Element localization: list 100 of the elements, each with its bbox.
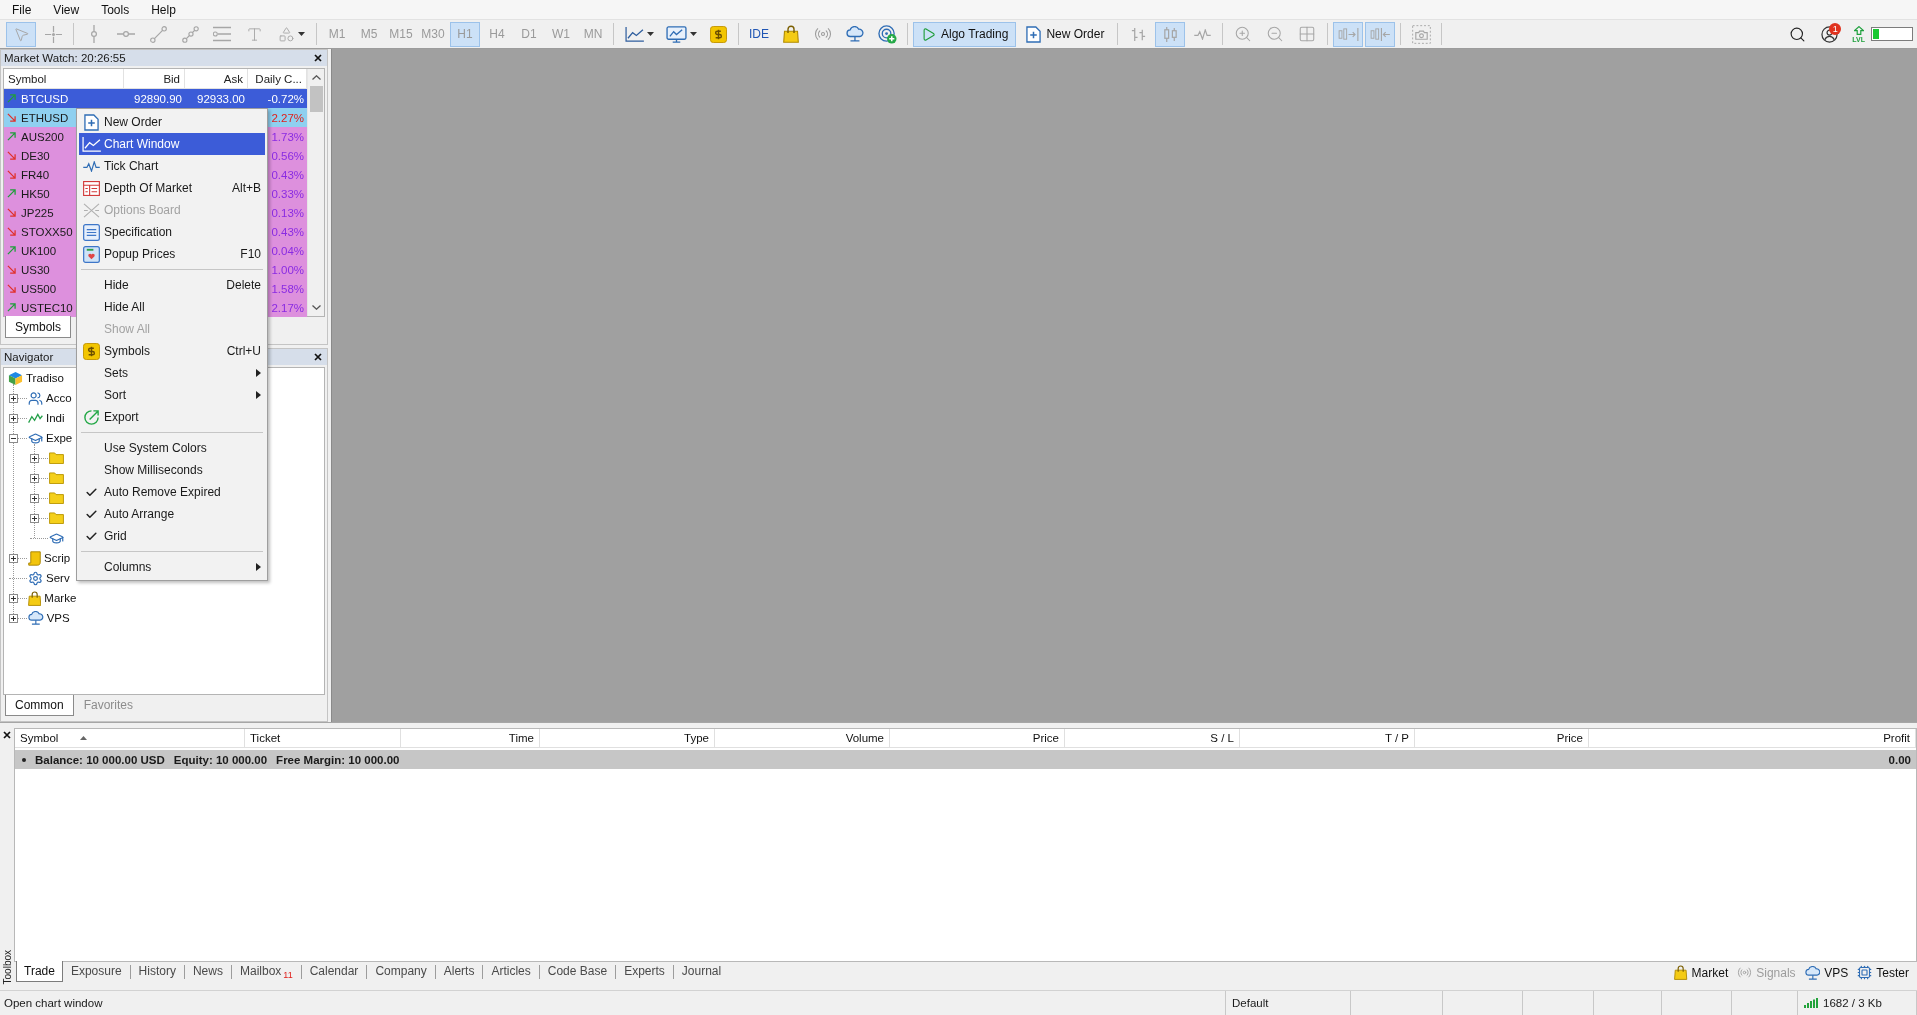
- menu-item[interactable]: Columns: [79, 556, 265, 578]
- daily-change: 0.13%: [271, 206, 304, 219]
- expand-icon[interactable]: [9, 553, 18, 563]
- close-icon[interactable]: [314, 353, 322, 361]
- menu-bar-item[interactable]: Help: [140, 0, 187, 19]
- shopping-bag-icon: [1674, 965, 1688, 980]
- algo-trading-button[interactable]: Algo Trading: [913, 21, 1017, 47]
- daily-change: 1.73%: [271, 130, 304, 143]
- menu-shortcut: Alt+B: [232, 181, 261, 195]
- notifications-button[interactable]: 1: [1814, 21, 1845, 47]
- symbol-name: BTCUSD: [21, 92, 69, 105]
- scroll-up-icon[interactable]: [311, 75, 321, 80]
- toolbox-link[interactable]: Market: [1674, 965, 1729, 980]
- toolbox-tab[interactable]: Company: [367, 961, 435, 982]
- column-header[interactable]: Volume: [715, 729, 890, 748]
- toolbox-label: Toolbox: [1, 949, 13, 984]
- new-order-button[interactable]: New Order: [1018, 21, 1113, 47]
- column-header[interactable]: Profit: [1589, 729, 1916, 748]
- toolbox-tab[interactable]: Alerts: [435, 961, 483, 982]
- watch-row[interactable]: BTCUSD 92890.90 92933.00 -0.72%: [4, 89, 307, 108]
- toolbox-tab[interactable]: Trade: [16, 961, 63, 982]
- toolbox-tab[interactable]: Articles: [483, 961, 539, 982]
- column-header[interactable]: Price: [890, 729, 1065, 748]
- expand-icon[interactable]: [9, 413, 18, 423]
- scrollbar-thumb[interactable]: [309, 86, 323, 112]
- column-header[interactable]: T / P: [1240, 729, 1415, 748]
- menu-item[interactable]: Sort: [79, 384, 265, 406]
- close-icon[interactable]: [3, 731, 11, 739]
- menu-item[interactable]: Auto Remove Expired: [79, 481, 265, 503]
- tree-item-label[interactable]: VPS: [46, 612, 70, 624]
- toolbox-tab[interactable]: Calendar: [301, 961, 367, 982]
- menu-item[interactable]: New Order: [79, 111, 265, 133]
- toolbox-link[interactable]: Tester: [1857, 965, 1909, 980]
- toolbox-tab[interactable]: Journal: [673, 961, 730, 982]
- menu-item[interactable]: Symbols Ctrl+U: [79, 340, 265, 362]
- menu-bar-item[interactable]: Tools: [90, 0, 141, 19]
- menu-item[interactable]: Specification: [79, 221, 265, 243]
- crosshair-icon: [44, 25, 62, 43]
- caret-icon: [297, 32, 305, 36]
- bid-price: 92890.90: [134, 92, 182, 105]
- ide-button[interactable]: IDE: [744, 21, 774, 47]
- menu-item[interactable]: Use System Colors: [79, 437, 265, 459]
- column-header[interactable]: Time: [401, 729, 540, 748]
- menu-item[interactable]: Grid: [79, 525, 265, 547]
- column-header[interactable]: Symbol: [4, 69, 124, 89]
- expand-icon[interactable]: [30, 453, 39, 463]
- menu-item[interactable]: Depth Of Market Alt+B: [79, 177, 265, 199]
- menu-item[interactable]: Auto Arrange: [79, 503, 265, 525]
- column-header[interactable]: Ticket: [245, 729, 401, 748]
- collapse-icon[interactable]: [9, 433, 18, 443]
- channel-icon: [181, 25, 199, 43]
- toolbox-tab[interactable]: Exposure: [62, 961, 130, 982]
- column-header[interactable]: Ask: [185, 69, 248, 89]
- menu-item[interactable]: Sets: [79, 362, 265, 384]
- daily-change: 0.04%: [271, 244, 304, 257]
- toolbox-tab[interactable]: Code Base: [539, 961, 616, 982]
- column-header[interactable]: S / L: [1065, 729, 1240, 748]
- menu-item[interactable]: Hide All: [79, 296, 265, 318]
- tree-item-label[interactable]: Marke: [44, 592, 77, 604]
- menu-item[interactable]: Hide Delete: [79, 274, 265, 296]
- menu-item[interactable]: Show Milliseconds: [79, 459, 265, 481]
- toolbox-link[interactable]: VPS: [1804, 965, 1849, 980]
- menu-item[interactable]: Tick Chart: [79, 155, 265, 177]
- toolbox-tab[interactable]: News: [184, 961, 231, 982]
- menu-bar-item[interactable]: File: [1, 0, 43, 19]
- tree-item-label[interactable]: Scrip: [44, 552, 71, 564]
- menu-item[interactable]: Chart Window: [79, 133, 265, 155]
- radio-waves-icon: [1737, 965, 1753, 980]
- panel-tab[interactable]: Common: [5, 694, 74, 716]
- toolbox-tab[interactable]: History: [130, 961, 184, 982]
- expand-icon[interactable]: [30, 513, 39, 523]
- column-header[interactable]: Symbol: [15, 729, 245, 748]
- column-header[interactable]: Bid: [124, 69, 185, 89]
- column-header[interactable]: Price: [1415, 729, 1589, 748]
- expand-icon[interactable]: [9, 613, 18, 623]
- tree-item-label[interactable]: Serv: [46, 572, 70, 584]
- expand-icon[interactable]: [30, 493, 39, 503]
- ask-price: 92933.00: [197, 92, 245, 105]
- tree-item-label[interactable]: Indi: [46, 412, 65, 424]
- panel-tab[interactable]: Symbols: [5, 316, 71, 338]
- expand-icon[interactable]: [30, 473, 39, 483]
- text-icon: [245, 25, 263, 43]
- target-plus-icon: [877, 24, 897, 44]
- toolbox-tab[interactable]: Experts: [616, 961, 673, 982]
- expand-icon[interactable]: [9, 593, 18, 603]
- column-header[interactable]: Daily C...: [248, 69, 307, 89]
- close-icon[interactable]: [314, 54, 322, 62]
- scroll-down-icon[interactable]: [311, 305, 321, 310]
- menu-item[interactable]: Export: [79, 406, 265, 428]
- bars-arrow-right-icon: [1337, 26, 1359, 42]
- column-header[interactable]: Type: [540, 729, 715, 748]
- daily-change: 0.43%: [271, 225, 304, 238]
- menu-item[interactable]: Popup Prices F10: [79, 243, 265, 265]
- menu-bar-item[interactable]: View: [42, 0, 91, 19]
- tree-item-label[interactable]: Acco: [46, 392, 72, 404]
- shopping-bag-icon: [783, 25, 799, 43]
- tree-item-label[interactable]: Tradiso: [26, 372, 64, 384]
- expand-icon[interactable]: [9, 393, 18, 403]
- unread-count: 11: [283, 969, 293, 980]
- tree-item-label[interactable]: Expe: [46, 432, 73, 444]
